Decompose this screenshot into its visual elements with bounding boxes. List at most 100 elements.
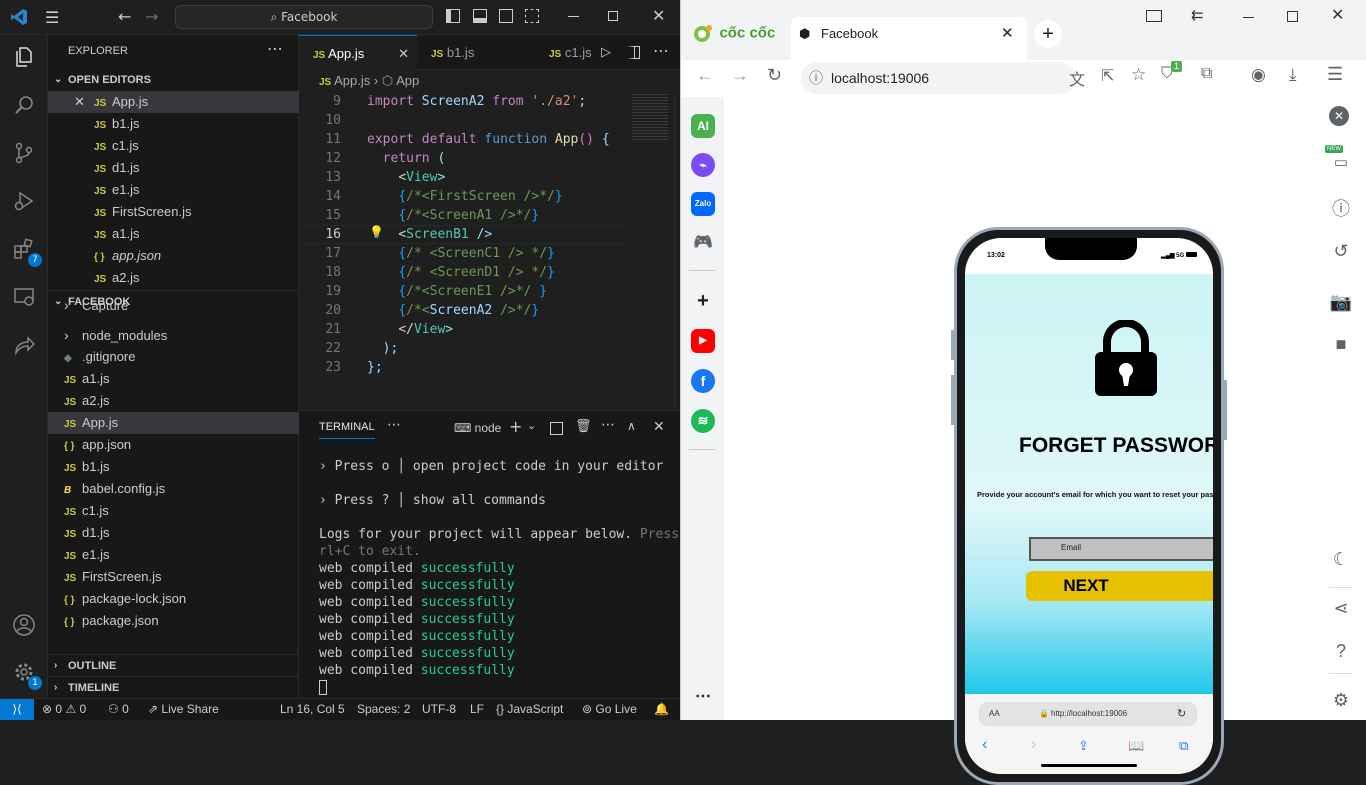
menu-icon[interactable]: ☰ [45, 8, 59, 27]
extensions-puzzle-icon[interactable]: ⧉ [1201, 65, 1212, 83]
project-file-item[interactable]: › Capture [48, 303, 299, 317]
explorer-icon[interactable] [10, 45, 38, 73]
bell-icon[interactable]: 🔔 [654, 699, 669, 720]
camera-icon[interactable]: 📷 [1329, 290, 1353, 314]
shield-extension-icon[interactable]: ⛉ 1 [1161, 61, 1182, 83]
open-editor-item[interactable]: JS a2.js [48, 267, 299, 289]
safari-bookmarks-icon[interactable]: 📖 [1128, 738, 1144, 754]
sidebar-zalo[interactable]: Zalo [691, 192, 715, 216]
trash-icon[interactable]: 🗑 [575, 419, 592, 434]
project-file-item[interactable]: JS FirstScreen.js [48, 566, 299, 588]
share-icon[interactable]: ⇱ [1101, 66, 1114, 86]
device-emulation-icon[interactable]: ▭ NEW [1325, 145, 1353, 175]
remote-explorer-icon[interactable] [10, 285, 38, 313]
open-editors-header[interactable]: ⌄ OPEN EDITORS [48, 69, 299, 91]
remote-indicator[interactable]: ⟩⟨ [0, 699, 34, 720]
cursor-position[interactable]: Ln 16, Col 5 [280, 699, 345, 720]
live-share-icon[interactable] [10, 333, 38, 361]
open-editor-item[interactable]: { } app.json [48, 245, 299, 267]
toggle-primary-sidebar-icon[interactable] [446, 9, 460, 23]
panel-more-icon[interactable]: ⋯ [387, 417, 401, 433]
profile-icon[interactable]: ◉ [1251, 65, 1266, 85]
breadcrumb-symbol[interactable]: App [396, 73, 419, 88]
tab-c1-js[interactable]: JS c1.js [535, 35, 595, 70]
minimize-icon[interactable] [568, 16, 579, 17]
terminal-tab[interactable]: TERMINAL [319, 421, 375, 439]
minimize-icon[interactable] [1243, 17, 1254, 18]
project-file-item[interactable]: › node_modules [48, 324, 299, 346]
more-icon[interactable]: ⋯ [691, 685, 715, 709]
video-camera-icon[interactable]: ■ [1329, 332, 1353, 356]
safari-share-icon[interactable]: ⇪ [1078, 738, 1089, 754]
email-field[interactable]: Email [1029, 537, 1213, 561]
next-button[interactable]: NEXT [1026, 571, 1213, 601]
run-file-icon[interactable]: ▷ [601, 45, 611, 60]
split-terminal-icon[interactable] [550, 422, 563, 435]
forward-arrow-icon[interactable]: → [145, 7, 158, 26]
reload-icon[interactable]: ↻ [1177, 702, 1186, 726]
address-bar[interactable]: ⓘ localhost:19006 [801, 62, 1076, 94]
maximize-panel-icon[interactable]: ∧ [627, 419, 636, 433]
toggle-panel-icon[interactable] [473, 9, 487, 23]
open-editor-item[interactable]: JS a1.js [48, 223, 299, 245]
problems-indicator[interactable]: ⊗ 0 ⚠ 0 [42, 699, 86, 720]
new-tab-button[interactable]: + [1034, 20, 1062, 48]
editor-more-icon[interactable]: ⋯ [653, 41, 669, 60]
tab-b1-js[interactable]: JS b1.js [417, 35, 535, 70]
split-editor-icon[interactable] [627, 46, 640, 59]
source-control-icon[interactable] [10, 141, 38, 169]
info-icon[interactable]: ⓘ [1329, 197, 1353, 221]
project-file-item[interactable]: JS b1.js [48, 456, 299, 478]
settings-gear-icon[interactable]: ⚙ [1329, 688, 1353, 712]
maximize-icon[interactable] [608, 11, 618, 21]
end-of-line[interactable]: LF [470, 699, 484, 720]
breadcrumb-file[interactable]: App.js [334, 73, 370, 88]
sidebar-ai[interactable]: AI [691, 114, 715, 138]
ports-indicator[interactable]: ⚇ 0 [108, 699, 129, 720]
maximize-icon[interactable] [1287, 11, 1298, 22]
toggle-secondary-sidebar-icon[interactable] [499, 9, 513, 23]
search-tabs-icon[interactable] [1146, 10, 1162, 22]
account-icon[interactable] [10, 613, 38, 641]
open-editor-item[interactable]: JS d1.js [48, 157, 299, 179]
close-panel-icon[interactable]: ✕ [653, 419, 665, 435]
reload-icon[interactable]: ↻ [767, 65, 782, 86]
timeline-header[interactable]: › TIMELINE [48, 676, 299, 698]
safari-back-icon[interactable]: ‹ [982, 736, 987, 754]
close-icon[interactable]: ✕ [652, 6, 665, 25]
share-icon[interactable]: ⋖ [1329, 596, 1353, 620]
project-file-item[interactable]: JS d1.js [48, 522, 299, 544]
open-editor-item[interactable]: JS FirstScreen.js [48, 201, 299, 223]
facebook-icon[interactable]: f [691, 369, 715, 393]
youtube-icon[interactable]: ▶ [691, 329, 715, 353]
project-file-item[interactable]: { } package.json [48, 610, 299, 632]
bookmark-star-icon[interactable]: ☆ [1131, 65, 1146, 85]
language-mode[interactable]: {} JavaScript [496, 699, 563, 720]
open-editor-item[interactable]: JS c1.js [48, 135, 299, 157]
project-file-item[interactable]: JS App.js [48, 412, 299, 434]
chevron-down-icon[interactable]: ⌄ [527, 419, 536, 432]
close-icon[interactable]: ✕ [1331, 5, 1344, 25]
close-icon[interactable]: ✕ [74, 91, 85, 113]
open-editor-item[interactable]: ✕ JS App.js [48, 91, 299, 113]
download-icon[interactable]: ⤓ [1289, 65, 1297, 85]
code-editor[interactable]: 💡 9 import ScreenA2 from './a2'; 10 11 expor… [299, 92, 680, 410]
project-file-item[interactable]: JS a2.js [48, 390, 299, 412]
back-arrow-icon[interactable]: ← [696, 65, 714, 86]
search-icon[interactable] [10, 93, 38, 121]
project-file-item[interactable]: JS c1.js [48, 500, 299, 522]
more-actions-icon[interactable]: ⋯ [267, 39, 283, 58]
forward-arrow-icon[interactable]: → [731, 65, 749, 86]
go-live[interactable]: ⊚ Go Live [582, 699, 637, 720]
dark-mode-moon-icon[interactable]: ☾ [1329, 547, 1353, 571]
project-file-item[interactable]: { } package-lock.json [48, 588, 299, 610]
add-app-icon[interactable]: + [691, 289, 715, 313]
translate-icon[interactable]: 文 [1069, 66, 1085, 90]
open-editor-item[interactable]: JS e1.js [48, 179, 299, 201]
safari-tabs-icon[interactable]: ⧉ [1179, 738, 1188, 754]
tab-close-icon[interactable]: ✕ [1001, 17, 1014, 51]
rotate-icon[interactable]: ↺ [1329, 239, 1353, 263]
browser-tab-facebook[interactable]: ⬢ Facebook ✕ [791, 17, 1027, 60]
outline-header[interactable]: › OUTLINE [48, 654, 299, 676]
safari-forward-icon[interactable]: › [1031, 736, 1036, 754]
